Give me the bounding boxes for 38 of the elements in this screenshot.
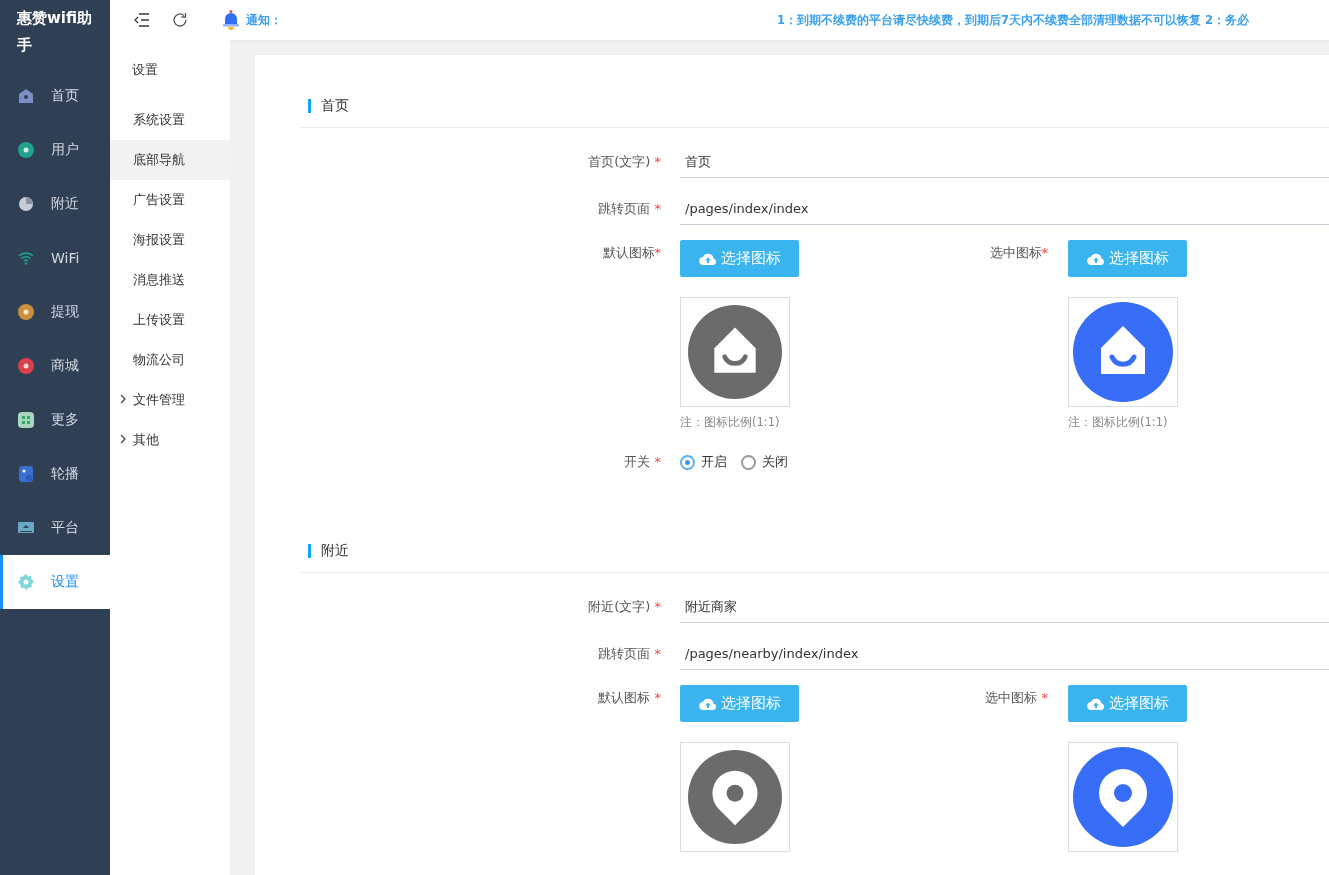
menu-button[interactable] bbox=[132, 10, 152, 30]
sidebar-item[interactable]: 商城 bbox=[0, 339, 110, 393]
submenu-title: 设置 bbox=[131, 61, 159, 79]
refresh-button[interactable] bbox=[170, 10, 190, 30]
cloud-upload-icon bbox=[698, 696, 717, 711]
field-label: 默认图标 * bbox=[597, 689, 662, 707]
sidebar-item[interactable]: 附近 bbox=[0, 177, 110, 231]
location-pin-icon bbox=[688, 750, 782, 844]
sidebar-item[interactable]: WiFi bbox=[0, 231, 110, 285]
hint-text: 注：图标比例(1:1) bbox=[680, 415, 780, 430]
field-label: 默认图标* bbox=[601, 244, 662, 262]
field-label: 选中图标 * bbox=[984, 689, 1049, 707]
sidebar-item[interactable]: 提现 bbox=[0, 285, 110, 339]
radio-option[interactable]: 开启 bbox=[680, 446, 727, 478]
sidebar-item[interactable]: 轮播 bbox=[0, 447, 110, 501]
field-label: 跳转页面 * bbox=[597, 200, 662, 218]
notice-label: 通知： bbox=[246, 11, 282, 29]
sidebar-item[interactable]: 首页 bbox=[0, 69, 110, 123]
field-label: 开关 * bbox=[623, 453, 662, 471]
sidebar-item[interactable]: 更多 bbox=[0, 393, 110, 447]
cloud-upload-icon bbox=[698, 251, 717, 266]
radio-option[interactable]: 关闭 bbox=[741, 446, 788, 478]
cloud-upload-icon bbox=[1086, 251, 1105, 266]
submenu-item[interactable]: 底部导航 bbox=[110, 140, 230, 180]
field-label: 附近(文字) * bbox=[587, 598, 662, 616]
section-title: 附近 bbox=[321, 542, 349, 560]
notice-text: 1：到期不续费的平台请尽快续费，到期后7天内不续费全部清理数据不可以恢复 2：务必 bbox=[777, 12, 1249, 28]
house-icon bbox=[688, 305, 782, 399]
field-label: 选中图标* bbox=[988, 244, 1049, 262]
cloud-upload-icon bbox=[1086, 696, 1105, 711]
bell-icon bbox=[222, 10, 240, 30]
app-title: 惠赞wifi助手 bbox=[15, 8, 94, 56]
field-label: 首页(文字) * bbox=[587, 153, 662, 171]
hint-text: 注：图标比例(1:1) bbox=[1068, 415, 1168, 430]
sidebar-item[interactable]: 用户 bbox=[0, 123, 110, 177]
sidebar-item[interactable]: 平台 bbox=[0, 501, 110, 555]
section-title: 首页 bbox=[321, 97, 349, 115]
field-label: 跳转页面 * bbox=[597, 645, 662, 663]
